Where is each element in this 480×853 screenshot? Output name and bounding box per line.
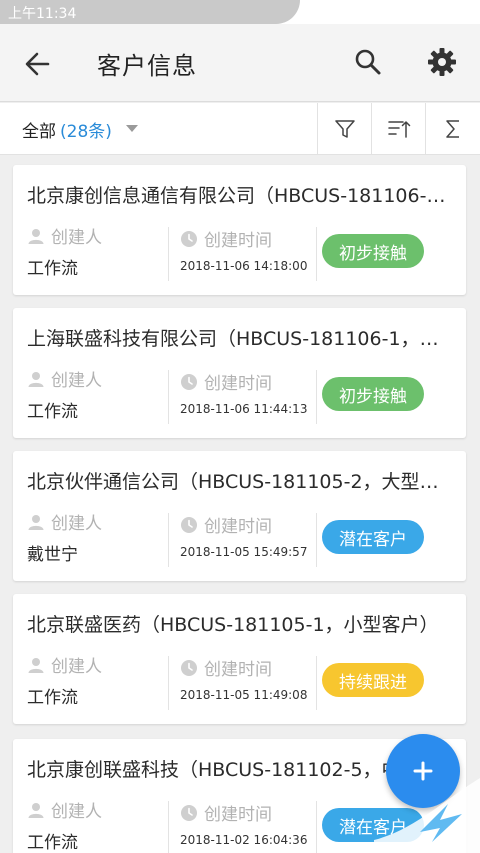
creator-label: 创建人 — [27, 223, 102, 248]
customer-card[interactable]: 上海联盛科技有限公司（HBCUS-181106-1，中型客户） 创建人 工作流 … — [13, 308, 466, 438]
customer-card[interactable]: 北京联盛医药（HBCUS-181105-1，小型客户） 创建人 工作流 创建时间… — [13, 594, 466, 724]
person-icon — [28, 371, 44, 387]
search-icon — [355, 49, 381, 75]
search-button[interactable] — [350, 44, 386, 80]
creator-label-text: 创建人 — [51, 514, 102, 534]
creator-label: 创建人 — [27, 366, 102, 391]
sort-button[interactable] — [371, 103, 425, 155]
status-badge: 初步接触 — [322, 234, 424, 268]
created-time-label-text: 创建时间 — [204, 374, 272, 394]
status-time: 上午11:34 — [8, 6, 77, 22]
divider — [168, 513, 169, 567]
creator-label-text: 创建人 — [51, 228, 102, 248]
divider — [168, 370, 169, 424]
created-time-value: 2018-11-06 14:18:00 — [180, 259, 308, 273]
creator-label: 创建人 — [27, 509, 102, 534]
status-badge: 初步接触 — [322, 377, 424, 411]
filter-bar: 全部 (28条) — [0, 103, 480, 155]
app-bar: 客户信息 — [0, 24, 480, 102]
created-time-label-text: 创建时间 — [204, 517, 272, 537]
status-badge: 持续跟进 — [322, 663, 424, 697]
divider — [316, 656, 317, 710]
customer-card[interactable]: 北京伙伴通信公司（HBCUS-181105-2，大型客户） 创建人 戴世宁 创建… — [13, 451, 466, 581]
divider — [316, 227, 317, 281]
created-time-value: 2018-11-06 11:44:13 — [180, 402, 308, 416]
chevron-down-icon[interactable] — [126, 125, 138, 132]
creator-value: 工作流 — [27, 402, 78, 422]
creator-value: 工作流 — [27, 259, 78, 279]
creator-value: 工作流 — [27, 833, 78, 853]
customer-name: 上海联盛科技有限公司（HBCUS-181106-1，中型客户） — [27, 328, 453, 350]
gear-icon — [428, 48, 456, 76]
creator-label-text: 创建人 — [51, 371, 102, 391]
watermark-logo — [374, 778, 480, 853]
back-button[interactable] — [18, 46, 58, 82]
created-time-label: 创建时间 — [180, 512, 272, 537]
divider — [316, 801, 317, 853]
clock-icon — [181, 373, 197, 390]
back-arrow-icon — [25, 52, 50, 76]
created-time-label: 创建时间 — [180, 226, 272, 251]
created-time-label: 创建时间 — [180, 369, 272, 394]
created-time-label: 创建时间 — [180, 800, 272, 825]
page-title: 客户信息 — [97, 52, 197, 80]
filter-icon — [334, 120, 355, 138]
status-bar: 上午11:34 — [0, 0, 480, 24]
clock-icon — [181, 230, 197, 247]
filter-dropdown[interactable]: 全部 (28条) — [22, 117, 112, 142]
person-icon — [28, 802, 44, 818]
creator-value: 戴世宁 — [27, 545, 78, 565]
creator-value: 工作流 — [27, 688, 78, 708]
created-time-label-text: 创建时间 — [204, 231, 272, 251]
record-count: (28条) — [60, 122, 112, 142]
divider — [316, 513, 317, 567]
sum-icon — [445, 120, 459, 138]
customer-name: 北京伙伴通信公司（HBCUS-181105-2，大型客户） — [27, 471, 453, 493]
created-time-label-text: 创建时间 — [204, 660, 272, 680]
filter-button[interactable] — [317, 103, 371, 155]
settings-button[interactable] — [424, 44, 460, 80]
created-time-value: 2018-11-05 15:49:57 — [180, 545, 308, 559]
person-icon — [28, 657, 44, 673]
person-icon — [28, 228, 44, 244]
creator-label: 创建人 — [27, 652, 102, 677]
status-badge: 潜在客户 — [322, 520, 424, 554]
created-time-label-text: 创建时间 — [204, 805, 272, 825]
person-icon — [28, 514, 44, 530]
customer-name: 北京康创信息通信有限公司（HBCUS-181106-2，大型客户） — [27, 185, 453, 207]
created-time-value: 2018-11-05 11:49:08 — [180, 688, 308, 702]
created-time-label: 创建时间 — [180, 655, 272, 680]
customer-name: 北京联盛医药（HBCUS-181105-1，小型客户） — [27, 614, 439, 636]
divider — [168, 656, 169, 710]
clock-icon — [181, 659, 197, 676]
customer-card[interactable]: 北京康创信息通信有限公司（HBCUS-181106-2，大型客户） 创建人 工作… — [13, 165, 466, 295]
created-time-value: 2018-11-02 16:04:36 — [180, 833, 308, 847]
sort-icon — [387, 120, 410, 138]
divider — [316, 370, 317, 424]
divider — [168, 227, 169, 281]
creator-label-text: 创建人 — [51, 657, 102, 677]
sum-button[interactable] — [425, 103, 479, 155]
creator-label: 创建人 — [27, 797, 102, 822]
creator-label-text: 创建人 — [51, 802, 102, 822]
clock-icon — [181, 516, 197, 533]
filter-all-label: 全部 — [22, 122, 56, 142]
divider — [168, 801, 169, 853]
clock-icon — [181, 804, 197, 821]
